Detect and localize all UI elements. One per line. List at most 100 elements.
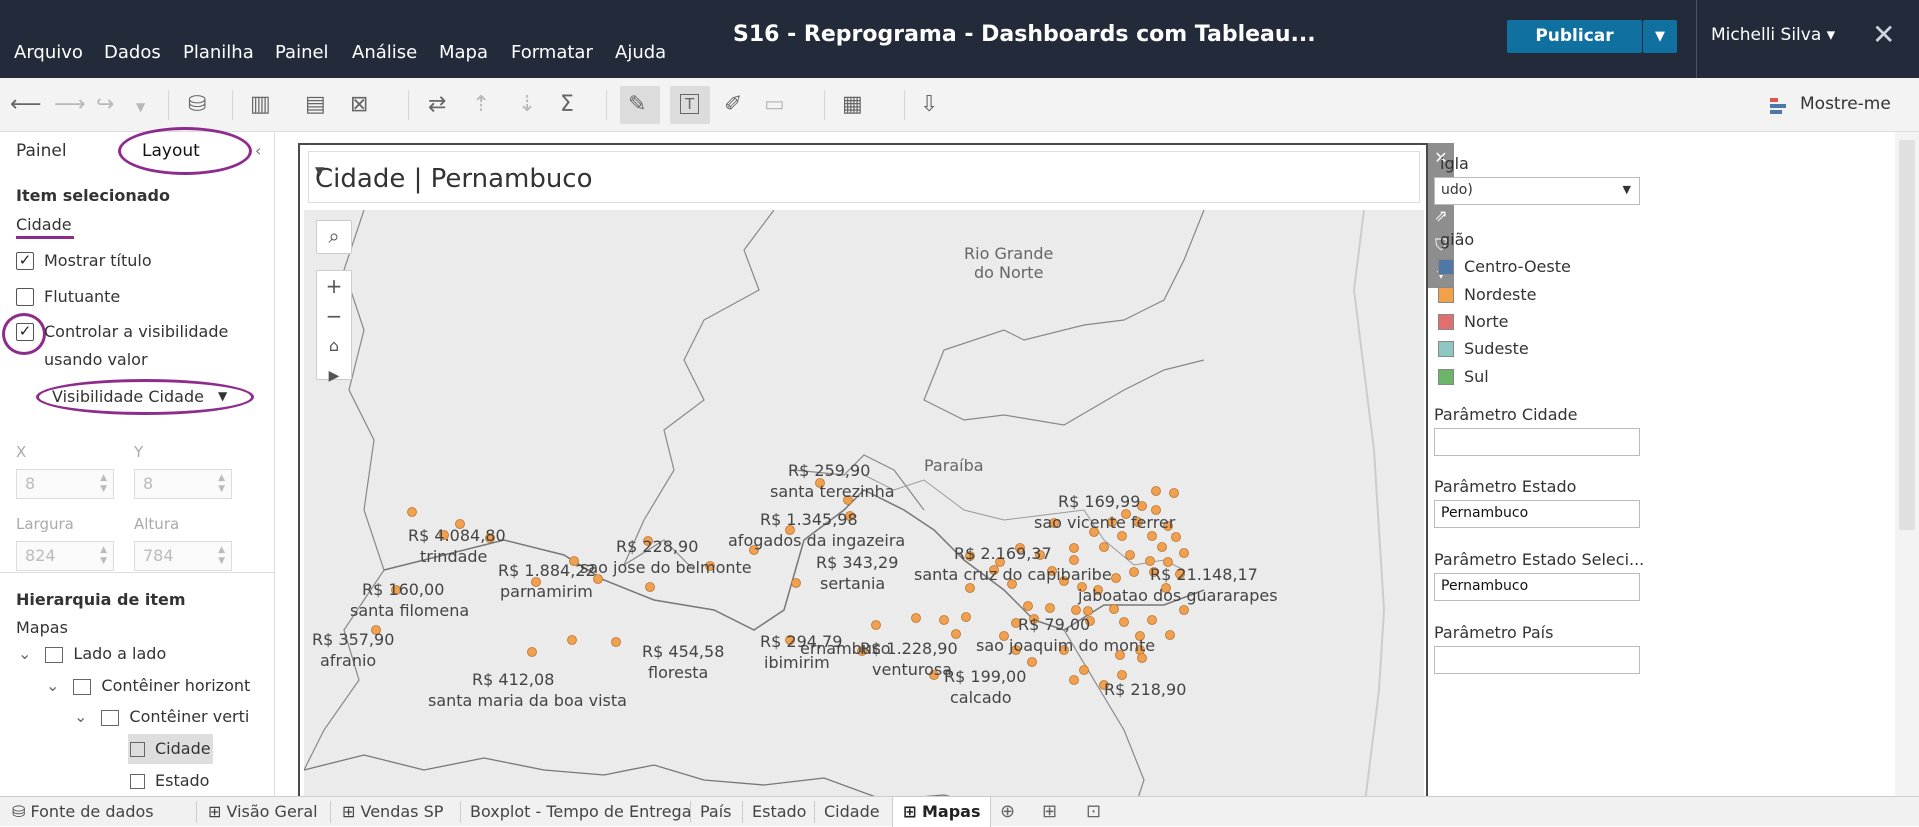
- floating-checkbox[interactable]: [16, 288, 34, 306]
- menu-analise[interactable]: Análise: [352, 42, 417, 63]
- floating-label: Flutuante: [44, 287, 121, 306]
- hierarchy-item-cidade[interactable]: Cidade: [130, 739, 211, 758]
- hierarchy-item-lado-a-lado[interactable]: ⌄ Lado a lado: [18, 644, 166, 663]
- publish-dropdown-button[interactable]: ▼: [1643, 20, 1677, 53]
- fit-icon[interactable]: ▭: [764, 92, 785, 117]
- param-estado-input[interactable]: Pernambuco: [1434, 500, 1640, 528]
- param-cidade-label: Parâmetro Cidade: [1434, 405, 1578, 424]
- new-dashboard-icon[interactable]: ⊞: [1042, 797, 1057, 827]
- map-sheet-cidade[interactable]: Cidade | Pernambuco ▼ Rio Grande do Nort…: [298, 143, 1428, 803]
- legend-item[interactable]: Sul: [1464, 367, 1489, 386]
- sigla-filter-dropdown[interactable]: udo) ▼: [1434, 177, 1640, 205]
- tab-pais[interactable]: País: [700, 797, 732, 827]
- new-worksheet-icon[interactable]: ⊕: [1000, 797, 1015, 827]
- sum-icon[interactable]: Σ: [560, 92, 574, 117]
- tab-visao-geral[interactable]: ⊞ Visão Geral: [208, 797, 318, 827]
- map-zoom-controls: + − ⌂ ▶: [316, 270, 352, 384]
- hierarchy-header: Hierarquia de item: [16, 590, 186, 609]
- divider: [0, 572, 275, 573]
- publish-button[interactable]: Publicar: [1507, 20, 1642, 53]
- city-label: santa maria da boa vista: [428, 691, 627, 710]
- y-input[interactable]: 8 ▲ ▼: [134, 469, 232, 499]
- legend-swatch[interactable]: [1438, 287, 1454, 303]
- show-me-button[interactable]: Mostre-me: [1800, 94, 1891, 114]
- back-icon[interactable]: ⟵: [10, 92, 42, 117]
- new-sheet-icon[interactable]: ▥: [250, 92, 271, 117]
- regiao-legend-label: gião: [1440, 230, 1475, 249]
- menu-ajuda[interactable]: Ajuda: [615, 42, 666, 63]
- show-title-checkbox[interactable]: ✓: [16, 252, 34, 270]
- tab-painel[interactable]: Painel: [16, 141, 67, 161]
- param-estado-selecionado-input[interactable]: Pernambuco: [1434, 573, 1640, 601]
- param-cidade-input[interactable]: [1434, 428, 1640, 456]
- tab-estado[interactable]: Estado: [752, 797, 806, 827]
- tab-cidade[interactable]: Cidade: [824, 797, 880, 827]
- divider: [904, 90, 905, 120]
- chevron-down-icon: ▼: [1622, 183, 1631, 196]
- map-area[interactable]: Rio Grande do Norte Paraíba ⌕ + − ⌂ ▶ R$…: [304, 210, 1424, 801]
- sort-descending-icon[interactable]: ⇣: [518, 92, 536, 117]
- sort-ascending-icon[interactable]: ⇡: [472, 92, 490, 117]
- hierarchy-item-estado[interactable]: Estado: [130, 771, 209, 790]
- hierarchy-item-vertical[interactable]: ⌄ Contêiner verti: [74, 707, 249, 726]
- place-label-pb: Paraíba: [924, 456, 984, 475]
- legend-swatch[interactable]: [1438, 341, 1454, 357]
- text-label-icon[interactable]: T: [680, 94, 700, 114]
- legend-swatch[interactable]: [1438, 259, 1454, 275]
- menu-planilha[interactable]: Planilha: [183, 42, 254, 63]
- legend-item[interactable]: Sudeste: [1464, 339, 1529, 358]
- annotation-circle: [118, 127, 252, 175]
- redo-icon[interactable]: ↪: [96, 92, 114, 117]
- hierarchy-root: Mapas: [16, 618, 68, 637]
- chevron-down-icon[interactable]: ▼: [136, 100, 145, 114]
- download-icon[interactable]: ⇩: [920, 92, 938, 117]
- menu-formatar[interactable]: Formatar: [511, 42, 593, 63]
- city-label: afogados da ingazeira: [728, 531, 906, 550]
- width-input[interactable]: 824 ▲ ▼: [16, 541, 114, 571]
- param-pais-label: Parâmetro País: [1434, 623, 1554, 642]
- collapse-panel-icon[interactable]: ‹: [255, 141, 261, 160]
- menu-arquivo[interactable]: Arquivo: [14, 42, 83, 63]
- legend-item[interactable]: Centro-Oeste: [1464, 257, 1571, 276]
- menu-dados[interactable]: Dados: [104, 42, 161, 63]
- city-label: santa terezinha: [770, 482, 895, 501]
- zoom-in-icon[interactable]: +: [317, 271, 351, 301]
- legend-item[interactable]: Norte: [1464, 312, 1508, 331]
- swap-icon[interactable]: ⇄: [428, 92, 446, 117]
- highlight-icon[interactable]: ✎: [628, 92, 646, 117]
- menu-painel[interactable]: Painel: [275, 42, 329, 63]
- divider: [824, 90, 825, 120]
- height-input[interactable]: 784 ▲ ▼: [134, 541, 232, 571]
- scrollbar-thumb[interactable]: [1899, 140, 1915, 530]
- control-visibility-label: Controlar a visibilidade: [44, 322, 229, 341]
- menu-mapa[interactable]: Mapa: [439, 42, 488, 63]
- hierarchy-item-horizontal[interactable]: ⌄ Contêiner horizont: [46, 676, 250, 695]
- close-icon[interactable]: ✕: [1872, 18, 1895, 51]
- presentation-icon[interactable]: ▦: [842, 92, 863, 117]
- chevron-down-icon[interactable]: ▼: [315, 164, 1411, 178]
- new-datasource-icon[interactable]: ⛁: [188, 92, 206, 117]
- tab-vendas-sp[interactable]: ⊞ Vendas SP: [342, 797, 443, 827]
- home-icon[interactable]: ⌂: [317, 331, 351, 361]
- duplicate-sheet-icon[interactable]: ▤: [305, 92, 326, 117]
- legend-swatch[interactable]: [1438, 314, 1454, 330]
- play-icon[interactable]: ▶: [317, 361, 351, 391]
- divider: [690, 801, 691, 823]
- sheet-icon: [130, 742, 145, 757]
- map-search-button[interactable]: ⌕: [316, 220, 352, 254]
- chevron-down-icon: ⌄: [46, 676, 60, 695]
- legend-swatch[interactable]: [1438, 369, 1454, 385]
- legend-item[interactable]: Nordeste: [1464, 285, 1537, 304]
- forward-icon[interactable]: ⟶: [54, 92, 86, 117]
- tab-boxplot[interactable]: Boxplot - Tempo de Entrega: [470, 797, 692, 827]
- clear-sheet-icon[interactable]: ⊠: [350, 92, 368, 117]
- annotate-icon[interactable]: ✐: [724, 92, 742, 117]
- tab-mapas[interactable]: ⊞ Mapas: [892, 797, 992, 827]
- user-menu[interactable]: Michelli Silva ▾: [1711, 25, 1835, 45]
- param-pais-input[interactable]: [1434, 646, 1640, 674]
- tab-datasource[interactable]: ⛁ Fonte de dados: [12, 797, 154, 827]
- x-input[interactable]: 8 ▲ ▼: [16, 469, 114, 499]
- new-story-icon[interactable]: ⊡: [1086, 797, 1101, 827]
- zoom-out-icon[interactable]: −: [317, 301, 351, 331]
- price-label: R$ 4.084,80: [408, 526, 506, 545]
